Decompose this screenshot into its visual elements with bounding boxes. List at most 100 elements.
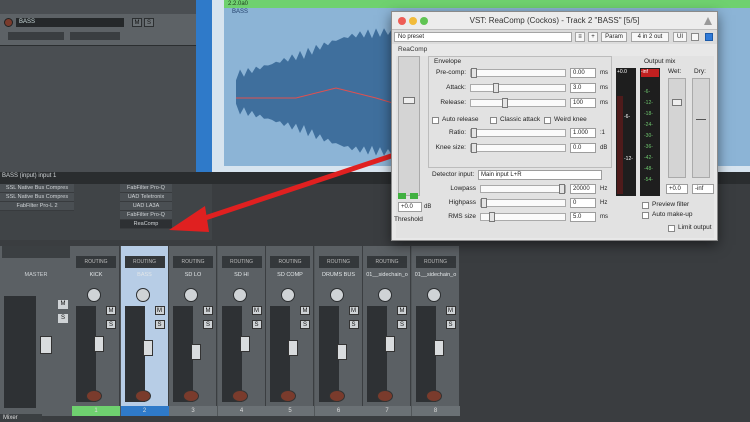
- dry-thumb[interactable]: [696, 119, 706, 120]
- param-slider[interactable]: [470, 128, 566, 138]
- param-slider[interactable]: [480, 184, 566, 194]
- param-value[interactable]: 3.0: [570, 83, 596, 93]
- routing-button[interactable]: ROUTING: [173, 256, 213, 268]
- preset-menu-button[interactable]: ≡: [575, 32, 585, 42]
- preset-select[interactable]: No preset: [394, 32, 572, 42]
- param-value[interactable]: 100: [570, 98, 596, 108]
- pan-knob[interactable]: [329, 288, 344, 302]
- param-value[interactable]: 0: [570, 198, 596, 208]
- track-input-select[interactable]: [70, 32, 120, 40]
- solo-button[interactable]: S: [348, 320, 359, 329]
- detector-select[interactable]: Main input L+R: [478, 170, 602, 180]
- routing-button[interactable]: ROUTING: [221, 256, 262, 268]
- minimize-icon[interactable]: [409, 17, 417, 25]
- volume-fader[interactable]: [239, 336, 250, 352]
- param-slider[interactable]: [480, 198, 566, 208]
- param-slider[interactable]: [470, 83, 566, 93]
- master-mute-button[interactable]: M: [58, 300, 68, 309]
- master-fader[interactable]: [40, 336, 52, 354]
- track-name-field[interactable]: BASS: [16, 18, 124, 27]
- track-mute-button[interactable]: M: [132, 18, 142, 27]
- io-button[interactable]: 4 in 2 out: [631, 32, 669, 42]
- record-arm-button[interactable]: [86, 390, 102, 402]
- param-value[interactable]: 1.000: [570, 128, 596, 138]
- pan-knob[interactable]: [281, 288, 295, 302]
- mute-button[interactable]: M: [397, 306, 407, 315]
- option-checkbox[interactable]: [544, 117, 551, 124]
- zoom-icon[interactable]: [420, 17, 428, 25]
- record-arm-button[interactable]: [280, 390, 296, 402]
- param-slider-thumb[interactable]: [471, 143, 477, 153]
- threshold-thumb[interactable]: [403, 97, 415, 104]
- track-solo-button[interactable]: S: [144, 18, 154, 27]
- track-io-button[interactable]: [8, 32, 64, 40]
- master-solo-button[interactable]: S: [58, 314, 68, 323]
- fx-slot[interactable]: FabFilter Pro-L 2: [0, 202, 74, 211]
- param-value[interactable]: 5.0: [570, 212, 596, 222]
- solo-button[interactable]: S: [397, 320, 407, 329]
- solo-button[interactable]: S: [154, 320, 165, 329]
- volume-fader[interactable]: [385, 336, 395, 352]
- pan-knob[interactable]: [426, 288, 441, 302]
- volume-fader[interactable]: [288, 340, 298, 356]
- region-bar[interactable]: 2.2.0a0: [224, 0, 750, 8]
- routing-button[interactable]: ROUTING: [124, 256, 165, 268]
- record-arm-button[interactable]: [231, 390, 248, 402]
- param-value[interactable]: 0.00: [570, 68, 596, 78]
- solo-button[interactable]: S: [251, 320, 262, 329]
- option-checkbox[interactable]: [490, 117, 497, 124]
- mute-button[interactable]: M: [154, 306, 165, 315]
- dry-slider[interactable]: [692, 78, 710, 178]
- param-slider-thumb[interactable]: [481, 198, 487, 208]
- threshold-value[interactable]: +0.0: [398, 202, 422, 212]
- pan-knob[interactable]: [184, 288, 198, 302]
- pan-knob[interactable]: [378, 288, 392, 302]
- pan-knob[interactable]: [87, 288, 101, 302]
- routing-button[interactable]: ROUTING: [318, 256, 359, 268]
- mixer-tab[interactable]: Mixer: [0, 414, 42, 422]
- track-scrollbar[interactable]: [196, 0, 212, 172]
- param-button[interactable]: Param: [601, 32, 627, 42]
- plugin-title-bar[interactable]: VST: ReaComp (Cockos) - Track 2 "BASS" […: [392, 12, 717, 30]
- param-value[interactable]: 0.0: [570, 143, 596, 153]
- param-slider-thumb[interactable]: [559, 184, 565, 194]
- volume-fader[interactable]: [142, 340, 153, 356]
- volume-fader[interactable]: [191, 344, 201, 360]
- param-slider-thumb[interactable]: [471, 128, 477, 138]
- param-slider[interactable]: [480, 212, 566, 222]
- wet-value[interactable]: +0.0: [666, 184, 688, 194]
- mute-button[interactable]: M: [106, 306, 116, 315]
- param-value[interactable]: 20000: [570, 184, 596, 194]
- param-slider-thumb[interactable]: [471, 68, 477, 78]
- mute-button[interactable]: M: [445, 306, 456, 315]
- volume-fader[interactable]: [336, 344, 347, 360]
- fx-slot[interactable]: SSL Native Bus Compres: [0, 184, 74, 193]
- record-arm-button[interactable]: [183, 390, 199, 402]
- param-slider-thumb[interactable]: [502, 98, 508, 108]
- fx-slot[interactable]: SSL Native Bus Compres: [0, 193, 74, 202]
- bypass-toggle[interactable]: [691, 33, 699, 41]
- mute-button[interactable]: M: [251, 306, 262, 315]
- master-routing-button[interactable]: [2, 246, 70, 258]
- record-arm-button[interactable]: [377, 390, 393, 402]
- volume-fader[interactable]: [433, 340, 444, 356]
- threshold-slider[interactable]: [398, 56, 420, 196]
- record-arm-button[interactable]: [134, 390, 151, 402]
- volume-fader[interactable]: [94, 336, 104, 352]
- solo-button[interactable]: S: [445, 320, 456, 329]
- routing-button[interactable]: ROUTING: [270, 256, 310, 268]
- solo-button[interactable]: S: [203, 320, 213, 329]
- param-slider-thumb[interactable]: [489, 212, 495, 222]
- pan-knob[interactable]: [135, 288, 150, 302]
- mute-button[interactable]: M: [203, 306, 213, 315]
- wet-thumb[interactable]: [672, 99, 682, 106]
- routing-button[interactable]: ROUTING: [367, 256, 407, 268]
- param-slider[interactable]: [470, 143, 566, 153]
- record-arm-button[interactable]: [425, 390, 442, 402]
- preview-filter-checkbox[interactable]: [642, 202, 649, 209]
- ui-button[interactable]: UI: [673, 32, 687, 42]
- solo-button[interactable]: S: [300, 320, 310, 329]
- auto-makeup-checkbox[interactable]: [642, 212, 649, 219]
- eject-icon[interactable]: [704, 16, 712, 25]
- dry-value[interactable]: -inf: [692, 184, 714, 194]
